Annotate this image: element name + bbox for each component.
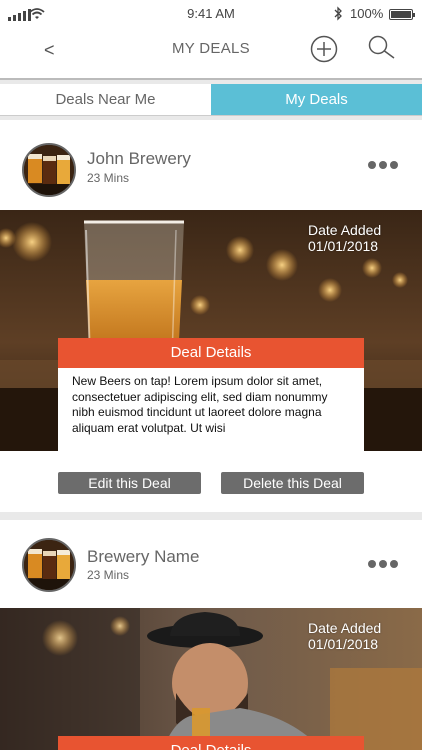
more-options-icon[interactable]	[368, 560, 398, 568]
status-bar: 9:41 AM 100%	[0, 0, 422, 28]
date-added-value: 01/01/2018	[308, 238, 379, 254]
more-options-icon[interactable]	[368, 161, 398, 169]
page-title: MY DEALS	[172, 40, 250, 57]
brewery-name[interactable]: John Brewery	[87, 149, 191, 169]
date-added-label: Date Added	[308, 620, 382, 636]
deal-photo: Date Added 01/01/2018 Deal Details New B…	[0, 210, 422, 451]
tab-deals-near-me[interactable]: Deals Near Me	[0, 84, 211, 115]
battery-percent: 100%	[350, 6, 384, 21]
tab-bar: Deals Near Me My Deals	[0, 84, 422, 116]
tab-my-deals[interactable]: My Deals	[211, 84, 422, 115]
date-added: Date Added 01/01/2018	[308, 222, 381, 254]
date-added-value: 01/01/2018	[308, 636, 379, 652]
brewery-name[interactable]: Brewery Name	[87, 547, 199, 567]
search-icon[interactable]	[366, 34, 396, 62]
add-icon[interactable]	[310, 35, 338, 63]
deal-actions: Edit this Deal Delete this Deal	[58, 472, 364, 494]
nav-bar: < MY DEALS	[0, 28, 422, 80]
date-added: Date Added 01/01/2018	[308, 620, 381, 652]
deal-details-header[interactable]: Deal Details	[58, 736, 364, 750]
deal-card: John Brewery 23 Mins Date Added 01/01/20…	[0, 120, 422, 512]
post-time: 23 Mins	[87, 171, 130, 185]
deal-details-box: Deal Details New Beers on tap! Lorem ips…	[58, 338, 364, 451]
date-added-label: Date Added	[308, 222, 382, 238]
bluetooth-icon	[334, 6, 342, 21]
delete-deal-button[interactable]: Delete this Deal	[221, 472, 364, 494]
deal-details-box: Deal Details	[58, 736, 364, 750]
deal-details-header[interactable]: Deal Details	[58, 338, 364, 368]
brewery-avatar	[22, 143, 76, 197]
deal-card: Brewery Name 23 Mins Date Added 01/01/20…	[0, 520, 422, 750]
edit-deal-button[interactable]: Edit this Deal	[58, 472, 201, 494]
brewery-avatar	[22, 538, 76, 592]
post-time: 23 Mins	[87, 568, 130, 582]
battery-icon	[389, 9, 415, 20]
deal-description: New Beers on tap! Lorem ipsum dolor sit …	[72, 374, 328, 435]
deal-photo: Date Added 01/01/2018 Deal Details	[0, 608, 422, 750]
